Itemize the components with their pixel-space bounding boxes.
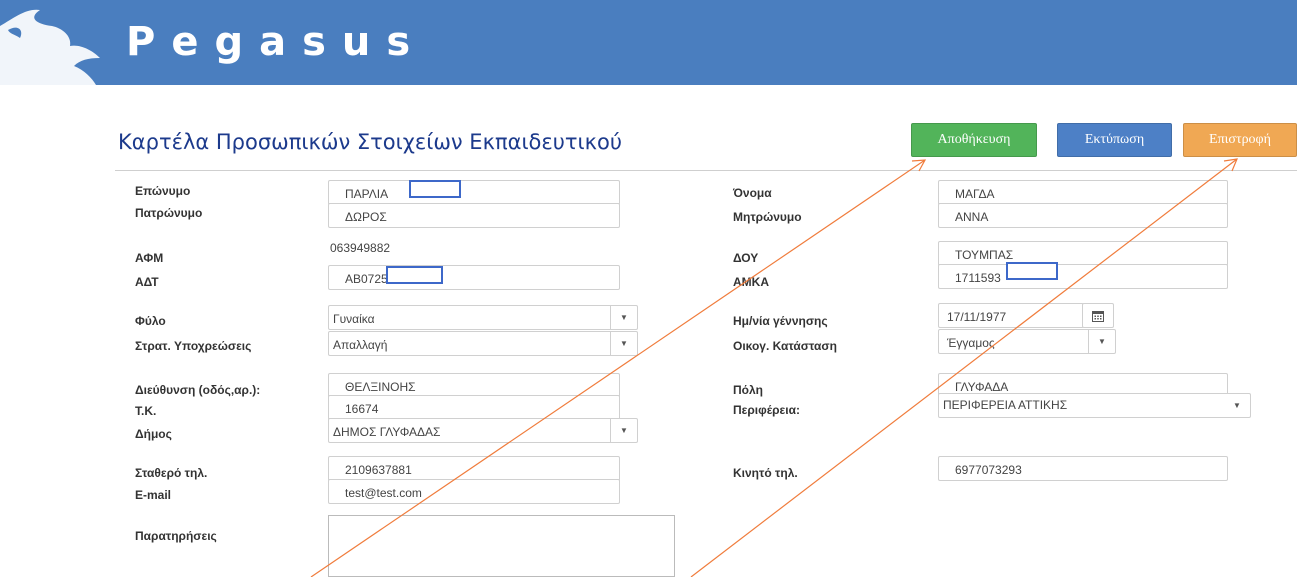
landline-label: Σταθερό τηλ.	[135, 466, 208, 480]
page-title: Καρτέλα Προσωπικών Στοιχείων Εκπαιδευτικ…	[118, 130, 623, 154]
region-value: ΠΕΡΙΦΕΡΕΙΑ ΑΤΤΙΚΗΣ	[943, 398, 1068, 412]
marital-value: Έγγαμος	[947, 336, 995, 350]
chevron-down-icon: ▼	[610, 332, 637, 355]
amka-field[interactable]: 1711593	[938, 264, 1228, 289]
app-header: Pegasus	[0, 0, 1297, 85]
chevron-down-icon: ▼	[1233, 401, 1241, 410]
adt-field[interactable]: ΑΒ0725	[328, 265, 620, 290]
amka-value: 1711593	[955, 271, 1001, 285]
mobile-value: 6977073293	[955, 463, 1022, 477]
afm-label: ΑΦΜ	[135, 251, 164, 265]
marital-select[interactable]: Έγγαμος ▼	[938, 329, 1116, 354]
address-value: ΘΕΛΞΙΝΟΗΣ	[345, 380, 416, 394]
doy-label: ΔΟΥ	[733, 251, 759, 265]
redaction-box	[1006, 262, 1058, 280]
doy-field[interactable]: ΤΟΥΜΠΑΣ	[938, 241, 1228, 266]
mother-name-label: Μητρώνυμο	[733, 210, 802, 224]
title-divider	[115, 170, 1297, 171]
birthdate-value: 17/11/1977	[947, 310, 1007, 324]
municipality-select[interactable]: ΔΗΜΟΣ ΓΛΥΦΑΔΑΣ ▼	[328, 418, 638, 443]
amka-label: ΑΜΚΑ	[733, 275, 769, 289]
mother-name-field[interactable]: ΑΝΝΑ	[938, 203, 1228, 228]
military-select[interactable]: Απαλλαγή ▼	[328, 331, 638, 356]
adt-label: ΑΔΤ	[135, 275, 159, 289]
father-name-value: ΔΩΡΟΣ	[345, 210, 387, 224]
adt-value: ΑΒ0725	[345, 272, 388, 286]
print-button[interactable]: Εκτύπωση	[1057, 123, 1172, 157]
notes-label: Παρατηρήσεις	[135, 529, 217, 543]
landline-value: 2109637881	[345, 463, 412, 477]
address-label: Διεύθυνση (οδός,αρ.):	[135, 383, 261, 397]
first-name-label: Όνομα	[733, 186, 772, 200]
afm-value: 063949882	[330, 241, 391, 255]
chevron-down-icon: ▼	[610, 419, 637, 442]
city-label: Πόλη	[733, 383, 763, 397]
marital-label: Οικογ. Κατάσταση	[733, 339, 837, 353]
back-button[interactable]: Επιστροφή	[1183, 123, 1297, 157]
military-value: Απαλλαγή	[333, 338, 388, 352]
chevron-down-icon: ▼	[610, 306, 637, 329]
region-label: Περιφέρεια:	[733, 403, 800, 417]
pegasus-logo-icon	[0, 9, 100, 85]
region-select[interactable]: ΠΕΡΙΦΕΡΕΙΑ ΑΤΤΙΚΗΣ ▼	[938, 393, 1251, 418]
app-title: Pegasus	[126, 19, 427, 65]
father-name-label: Πατρώνυμο	[135, 206, 203, 220]
email-label: E-mail	[135, 488, 172, 502]
gender-value: Γυναίκα	[333, 312, 375, 326]
landline-field[interactable]: 2109637881	[328, 456, 620, 481]
gender-select[interactable]: Γυναίκα ▼	[328, 305, 638, 330]
first-name-value: ΜΑΓΔΑ	[955, 187, 995, 201]
first-name-field[interactable]: ΜΑΓΔΑ	[938, 180, 1228, 205]
redaction-box	[409, 180, 461, 198]
mother-name-value: ΑΝΝΑ	[955, 210, 989, 224]
postal-value: 16674	[345, 402, 379, 416]
save-button[interactable]: Αποθήκευση	[911, 123, 1037, 157]
postal-field[interactable]: 16674	[328, 395, 620, 420]
email-field[interactable]: test@test.com	[328, 479, 620, 504]
city-value: ΓΛΥΦΑΔΑ	[955, 380, 1009, 394]
calendar-button[interactable]	[1082, 303, 1114, 328]
municipality-label: Δήμος	[135, 427, 172, 441]
military-label: Στρατ. Υποχρεώσεις	[135, 339, 252, 353]
surname-field[interactable]: ΠΑΡΛΙΑ	[328, 180, 620, 205]
gender-label: Φύλο	[135, 314, 166, 328]
postal-label: Τ.Κ.	[135, 404, 157, 418]
birthdate-label: Ημ/νία γέννησης	[733, 314, 828, 328]
chevron-down-icon: ▼	[1088, 330, 1115, 353]
redaction-box	[386, 266, 443, 284]
surname-label: Επώνυμο	[135, 184, 191, 198]
email-value: test@test.com	[345, 486, 422, 500]
municipality-value: ΔΗΜΟΣ ΓΛΥΦΑΔΑΣ	[333, 425, 441, 439]
doy-value: ΤΟΥΜΠΑΣ	[955, 248, 1014, 262]
notes-textarea[interactable]	[328, 515, 675, 577]
mobile-label: Κινητό τηλ.	[733, 466, 798, 480]
surname-value: ΠΑΡΛΙΑ	[345, 187, 389, 201]
mobile-field[interactable]: 6977073293	[938, 456, 1228, 481]
calendar-icon	[1092, 310, 1104, 322]
birthdate-field[interactable]: 17/11/1977	[938, 303, 1084, 328]
father-name-field[interactable]: ΔΩΡΟΣ	[328, 203, 620, 228]
